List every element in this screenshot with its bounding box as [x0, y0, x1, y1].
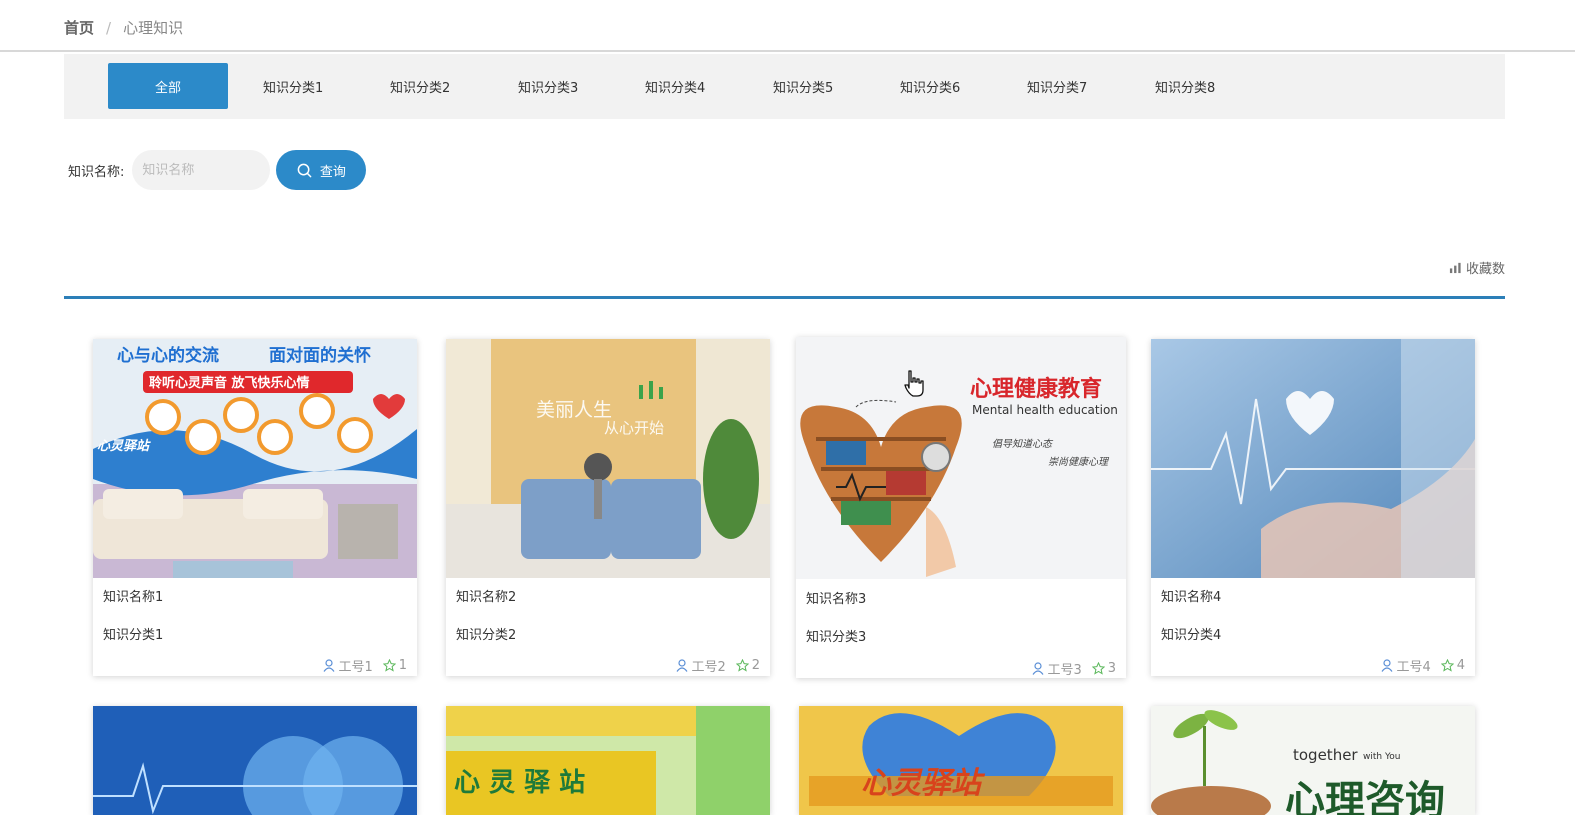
card-author-text: 工号4 [1396, 660, 1431, 675]
card-meta: 工号4 4 [1381, 656, 1465, 675]
hand-cursor-icon [904, 370, 924, 397]
search-button[interactable]: 查询 [276, 150, 367, 190]
category-tab-1[interactable]: 知识分类1 [263, 63, 323, 109]
category-tab-6[interactable]: 知识分类6 [900, 63, 960, 109]
card-image-text: 心与心的交流 [117, 346, 219, 366]
card-category: 知识分类2 [456, 628, 517, 643]
card-image: 美丽人生 从心开始 [446, 339, 770, 578]
card-author: 工号2 [676, 656, 726, 675]
user-icon [1032, 662, 1044, 675]
card-image-text: 心灵驿站 [861, 766, 981, 801]
category-tab-7[interactable]: 知识分类7 [1027, 63, 1087, 109]
card-meta: 工号1 1 [323, 656, 407, 675]
breadcrumb-current: 心理知识 [123, 19, 184, 37]
card-image-text: 心理咨询 [1285, 778, 1445, 815]
card-image-text: Mental health education [972, 403, 1118, 417]
card-title: 知识名称4 [1161, 590, 1222, 605]
card-image: together with You 心理咨询 [1151, 706, 1475, 815]
card-image-text: 心理健康教育 [970, 377, 1103, 402]
card-author: 工号4 [1381, 656, 1431, 675]
card-image-text: 心 灵 驿 站 [454, 768, 586, 798]
card-author-text: 工号2 [691, 660, 726, 675]
card-image-text: 面对面的关怀 [269, 346, 371, 366]
bar-chart-icon [1449, 262, 1461, 274]
card-author: 工号3 [1032, 659, 1082, 678]
star-icon [382, 659, 396, 672]
knowledge-card[interactable]: 知识名称4 知识分类4 工号4 4 [1151, 339, 1475, 676]
category-tab-8[interactable]: 知识分类8 [1155, 63, 1215, 109]
card-favorites-count: 3 [1107, 661, 1116, 676]
card-title: 知识名称2 [456, 590, 517, 605]
knowledge-card[interactable]: together with You 心理咨询 [1151, 706, 1475, 815]
search-row: 知识名称: 查询 [68, 150, 367, 190]
knowledge-card[interactable]: 心理健康教育 Mental health education 倡导知道心态 崇尚… [796, 337, 1126, 678]
card-favorites: 3 [1091, 661, 1116, 676]
breadcrumb-bar: 首页 / 心理知识 [0, 0, 1575, 52]
knowledge-card[interactable]: 美丽人生 从心开始 知识名称2 知识分类2 工号2 2 [446, 339, 770, 676]
knowledge-card[interactable]: 心灵驿站 [799, 706, 1123, 815]
card-favorites: 4 [1440, 658, 1465, 673]
category-filter-bar: 全部 知识分类1 知识分类2 知识分类3 知识分类4 知识分类5 知识分类6 知… [64, 54, 1505, 119]
card-favorites-count: 1 [398, 658, 407, 673]
card-title: 知识名称1 [103, 590, 164, 605]
card-title: 知识名称3 [806, 592, 867, 607]
section-divider [64, 296, 1505, 299]
search-input[interactable] [132, 150, 271, 190]
card-category: 知识分类4 [1161, 628, 1222, 643]
knowledge-card[interactable] [93, 706, 417, 815]
star-icon [735, 659, 749, 672]
category-tab-all[interactable]: 全部 [108, 63, 228, 109]
card-image: 心与心的交流 面对面的关怀 聆听心灵声音 放飞快乐心情 心灵驿站 [93, 339, 417, 578]
card-favorites: 2 [735, 658, 760, 673]
card-favorites-count: 2 [751, 658, 760, 673]
category-tab-5[interactable]: 知识分类5 [773, 63, 833, 109]
card-image-text: 崇尚健康心理 [1048, 457, 1108, 468]
card-author-text: 工号1 [338, 660, 373, 675]
card-image-text: 美丽人生 [536, 399, 613, 421]
card-image: 心理健康教育 Mental health education 倡导知道心态 崇尚… [796, 337, 1126, 579]
card-image: 心 灵 驿 站 [446, 706, 770, 815]
card-image-text: together [1293, 746, 1358, 764]
breadcrumb-home-link[interactable]: 首页 [64, 17, 94, 38]
breadcrumb: 首页 / 心理知识 [64, 17, 183, 38]
card-author: 工号1 [323, 656, 373, 675]
card-favorites: 1 [382, 658, 407, 673]
card-meta: 工号2 2 [676, 656, 760, 675]
breadcrumb-separator: / [106, 18, 112, 37]
card-image [93, 706, 417, 815]
category-tab-2[interactable]: 知识分类2 [390, 63, 450, 109]
card-favorites-count: 4 [1456, 658, 1465, 673]
card-author-text: 工号3 [1047, 663, 1082, 678]
card-image-text: with You [1363, 752, 1401, 762]
sort-by-favorites-link[interactable]: 收藏数 [1449, 258, 1505, 277]
user-icon [676, 659, 688, 672]
star-icon [1440, 659, 1454, 672]
knowledge-card[interactable]: 心与心的交流 面对面的关怀 聆听心灵声音 放飞快乐心情 心灵驿站 知识名称1 知… [93, 339, 417, 676]
search-label: 知识名称: [68, 164, 125, 180]
category-tab-3[interactable]: 知识分类3 [518, 63, 578, 109]
card-image [1151, 339, 1475, 578]
user-icon [323, 659, 335, 672]
card-image: 心灵驿站 [799, 706, 1123, 815]
card-image-text: 倡导知道心态 [992, 439, 1052, 450]
search-icon [297, 163, 312, 177]
user-icon [1381, 659, 1393, 672]
card-image-text: 心灵驿站 [97, 439, 150, 454]
sort-label: 收藏数 [1465, 262, 1505, 277]
knowledge-card[interactable]: 心 灵 驿 站 [446, 706, 770, 815]
card-image-text: 聆听心灵声音 放飞快乐心情 [149, 376, 310, 391]
category-tab-4[interactable]: 知识分类4 [645, 63, 705, 109]
star-icon [1091, 662, 1105, 675]
card-image-text: 从心开始 [604, 419, 665, 437]
card-category: 知识分类3 [806, 630, 867, 645]
card-meta: 工号3 3 [1032, 659, 1116, 678]
card-category: 知识分类1 [103, 628, 164, 643]
search-button-label: 查询 [319, 164, 346, 180]
